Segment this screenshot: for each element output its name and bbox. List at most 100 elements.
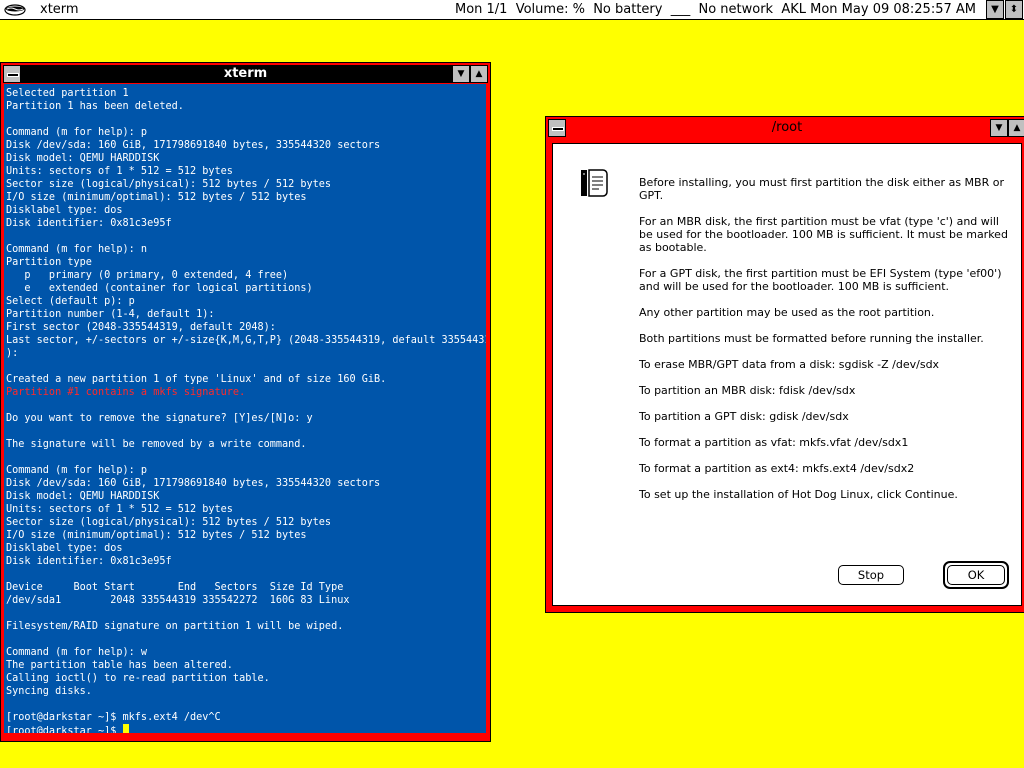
terminal-line: The signature will be removed by a write… — [6, 438, 484, 451]
terminal-line: Disklabel type: dos — [6, 204, 484, 217]
terminal-line: Calling ioctl() to re-read partition tab… — [6, 672, 484, 685]
dialog-system-menu-button[interactable] — [548, 119, 566, 137]
terminal-line: Command (m for help): w — [6, 646, 484, 659]
terminal-line: Partition 1 has been deleted. — [6, 100, 484, 113]
terminal-line: Disk model: QEMU HARDDISK — [6, 490, 484, 503]
dialog-title: /root — [771, 120, 803, 135]
terminal-line: ): — [6, 347, 484, 360]
terminal-line: Sector size (logical/physical): 512 byte… — [6, 178, 484, 191]
dialog-paragraph: Both partitions must be formatted before… — [639, 332, 984, 345]
hotdog-menu-icon[interactable] — [4, 2, 26, 17]
dialog-titlebar[interactable]: /root ▼ ▲ — [548, 119, 1024, 137]
terminal-line-text: The partition table has been altered. — [6, 660, 233, 671]
dialog-paragraph: To format a partition as ext4: mkfs.ext4… — [639, 462, 915, 475]
dialog-maximize-button[interactable]: ▲ — [1008, 119, 1024, 137]
terminal-line: p primary (0 primary, 0 extended, 4 free… — [6, 269, 484, 282]
dialog-paragraph: For a GPT disk, the first partition must… — [639, 267, 1002, 293]
ok-button[interactable]: OK — [947, 565, 1005, 585]
terminal-line: Units: sectors of 1 * 512 = 512 bytes — [6, 503, 484, 516]
xterm-maximize-button[interactable]: ▲ — [470, 65, 488, 83]
terminal-line-text: e extended (container for logical partit… — [6, 283, 313, 294]
terminal-line-text: Sector size (logical/physical): 512 byte… — [6, 517, 332, 528]
terminal-line-text: Units: sectors of 1 * 512 = 512 bytes — [6, 504, 233, 515]
stop-button[interactable]: Stop — [838, 565, 904, 585]
terminal-line: Disk identifier: 0x81c3e95f — [6, 555, 484, 568]
terminal-line-text: Partition number (1-4, default 1): — [6, 309, 215, 320]
dialog-paragraph: To partition a GPT disk: gdisk /dev/sdx — [639, 410, 849, 423]
terminal-line: [root@darkstar ~]$ mkfs.ext4 /dev^C — [6, 711, 484, 724]
terminal-line: Select (default p): p — [6, 295, 484, 308]
dialog-paragraph: Before installing, you must first partit… — [639, 176, 1004, 202]
xterm-titlebar[interactable]: xterm ▼ ▲ — [3, 65, 488, 83]
system-menu-icon — [7, 73, 19, 77]
terminal-line: First sector (2048-335544319, default 20… — [6, 321, 484, 334]
dialog-paragraph: To partition an MBR disk: fdisk /dev/sdx — [639, 384, 856, 397]
chevron-up-icon: ▲ — [1013, 123, 1021, 133]
terminal-line: Disk /dev/sda: 160 GiB, 171798691840 byt… — [6, 477, 484, 490]
terminal-line: Device Boot Start End Sectors Size Id Ty… — [6, 581, 484, 594]
menubar-maximize-button[interactable]: ⬍ — [1005, 0, 1023, 19]
chevron-down-icon: ▼ — [457, 69, 465, 79]
terminal-line-text: The signature will be removed by a write… — [6, 439, 307, 450]
terminal-line-text: Command (m for help): w — [6, 647, 148, 658]
terminal-line: Sector size (logical/physical): 512 byte… — [6, 516, 484, 529]
terminal-line-text: Disklabel type: dos — [6, 205, 123, 216]
terminal-line-text: Partition type — [6, 257, 92, 268]
terminal-line-text: Command (m for help): p — [6, 465, 148, 476]
terminal-line-text: Disk identifier: 0x81c3e95f — [6, 218, 172, 229]
terminal-line-text: Last sector, +/-sectors or +/-size{K,M,G… — [6, 335, 486, 346]
chevron-up-icon: ▲ — [475, 69, 483, 79]
ok-button-default-ring: OK — [943, 561, 1009, 589]
terminal-line: Partition #1 contains a mkfs signature. — [6, 386, 484, 399]
terminal-line-text: [root@darkstar ~]$ mkfs.ext4 /dev^C — [6, 712, 221, 723]
menubar: xterm Mon 1/1 Volume: % No battery ___ N… — [0, 0, 1024, 20]
terminal-line-text: Units: sectors of 1 * 512 = 512 bytes — [6, 166, 233, 177]
dialog-paragraph: To erase MBR/GPT data from a disk: sgdis… — [639, 358, 940, 371]
menubar-minimize-button[interactable]: ▼ — [986, 0, 1004, 19]
xterm-minimize-button[interactable]: ▼ — [452, 65, 470, 83]
terminal-line: I/O size (minimum/optimal): 512 bytes / … — [6, 191, 484, 204]
dialog-message: Before installing, you must first partit… — [639, 176, 1013, 514]
chevron-down-icon: ▼ — [995, 123, 1003, 133]
terminal-line-text: I/O size (minimum/optimal): 512 bytes / … — [6, 530, 307, 541]
active-app-name[interactable]: xterm — [40, 2, 79, 17]
terminal-line: Command (m for help): n — [6, 243, 484, 256]
dialog-paragraph: To set up the installation of Hot Dog Li… — [639, 488, 958, 501]
xterm-system-menu-button[interactable] — [3, 65, 21, 83]
xterm-title: xterm — [223, 66, 268, 81]
terminal-line-text: Do you want to remove the signature? [Y]… — [6, 413, 313, 424]
terminal-line: Selected partition 1 — [6, 87, 484, 100]
terminal-line-text: Disk /dev/sda: 160 GiB, 171798691840 byt… — [6, 140, 381, 151]
terminal-line: Do you want to remove the signature? [Y]… — [6, 412, 484, 425]
terminal-line-text: Disk model: QEMU HARDDISK — [6, 491, 160, 502]
terminal-line: Units: sectors of 1 * 512 = 512 bytes — [6, 165, 484, 178]
terminal-line-text: Disk identifier: 0x81c3e95f — [6, 556, 172, 567]
terminal-line-text: Command (m for help): n — [6, 244, 148, 255]
dialog-minimize-button[interactable]: ▼ — [990, 119, 1008, 137]
terminal-output[interactable]: Selected partition 1 Partition 1 has been… — [4, 84, 486, 733]
terminal-line-text: Created a new partition 1 of type 'Linux… — [6, 374, 387, 385]
terminal-line: Partition number (1-4, default 1): — [6, 308, 484, 321]
system-menu-icon — [552, 127, 564, 131]
terminal-line-text: First sector (2048-335544319, default 20… — [6, 322, 276, 333]
terminal-line: Syncing disks. — [6, 685, 484, 698]
terminal-line-text: Syncing disks. — [6, 686, 92, 697]
terminal-line-text: Partition 1 has been deleted. — [6, 101, 184, 112]
terminal-line: Disk model: QEMU HARDDISK — [6, 152, 484, 165]
terminal-line: Filesystem/RAID signature on partition 1… — [6, 620, 484, 633]
terminal-line-text: Disk model: QEMU HARDDISK — [6, 153, 160, 164]
terminal-line: /dev/sda1 2048 335544319 335542272 160G … — [6, 594, 484, 607]
terminal-line-text: Sector size (logical/physical): 512 byte… — [6, 179, 332, 190]
dialog-paragraph: For an MBR disk, the first partition mus… — [639, 215, 1008, 254]
terminal-line-text: Disklabel type: dos — [6, 543, 123, 554]
terminal-line-text: Partition #1 contains a mkfs signature. — [6, 387, 246, 398]
xterm-window: xterm ▼ ▲ Selected partition 1 Partition … — [0, 62, 491, 742]
terminal-line-text: p primary (0 primary, 0 extended, 4 free… — [6, 270, 289, 281]
dialog-paragraph: Any other partition may be used as the r… — [639, 306, 935, 319]
